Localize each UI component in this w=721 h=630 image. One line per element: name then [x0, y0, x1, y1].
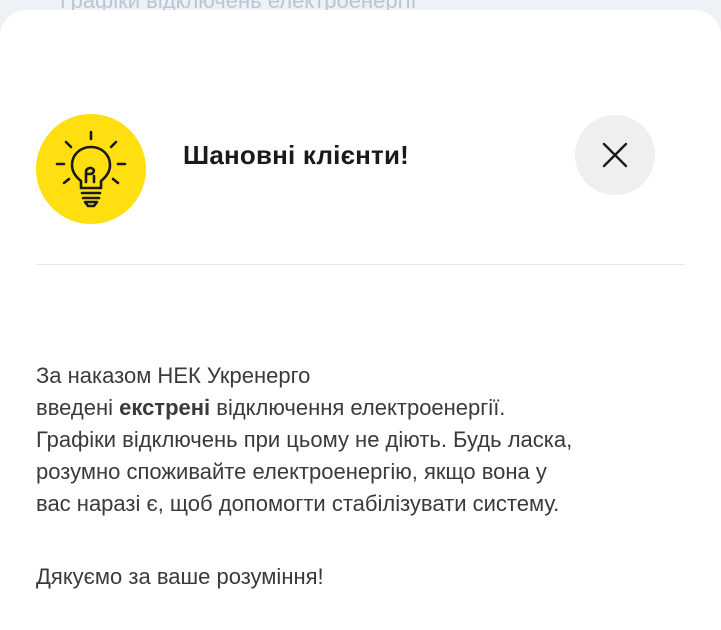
- message-line-2: введені екстрені відключення електроенер…: [36, 392, 696, 424]
- lightbulb-icon: [36, 114, 146, 224]
- close-icon: [602, 142, 628, 168]
- message-line-5: вас наразі є, щоб допомогти стабілізуват…: [36, 491, 560, 516]
- message-line-4: розумно споживайте електроенергію, якщо …: [36, 459, 547, 484]
- modal-title: Шановні клієнти!: [183, 140, 410, 170]
- message-emphasis: екстрені: [119, 395, 211, 420]
- notice-message: За наказом НЕК Укренерго введені екстрен…: [36, 360, 696, 520]
- close-button[interactable]: [575, 115, 655, 195]
- message-line-2-prefix: введені: [36, 395, 120, 420]
- message-line-1: За наказом НЕК Укренерго: [36, 363, 311, 388]
- thanks-text: Дякуємо за ваше розуміння!: [36, 564, 324, 589]
- header-divider: [36, 264, 685, 265]
- message-line-3: Графіки відключень при цьому не діють. Б…: [36, 427, 573, 452]
- notice-modal: Шановні клієнти! За наказом НЕК Укренерг…: [0, 10, 721, 630]
- message-line-2-suffix: відключення електроенергії.: [210, 395, 506, 420]
